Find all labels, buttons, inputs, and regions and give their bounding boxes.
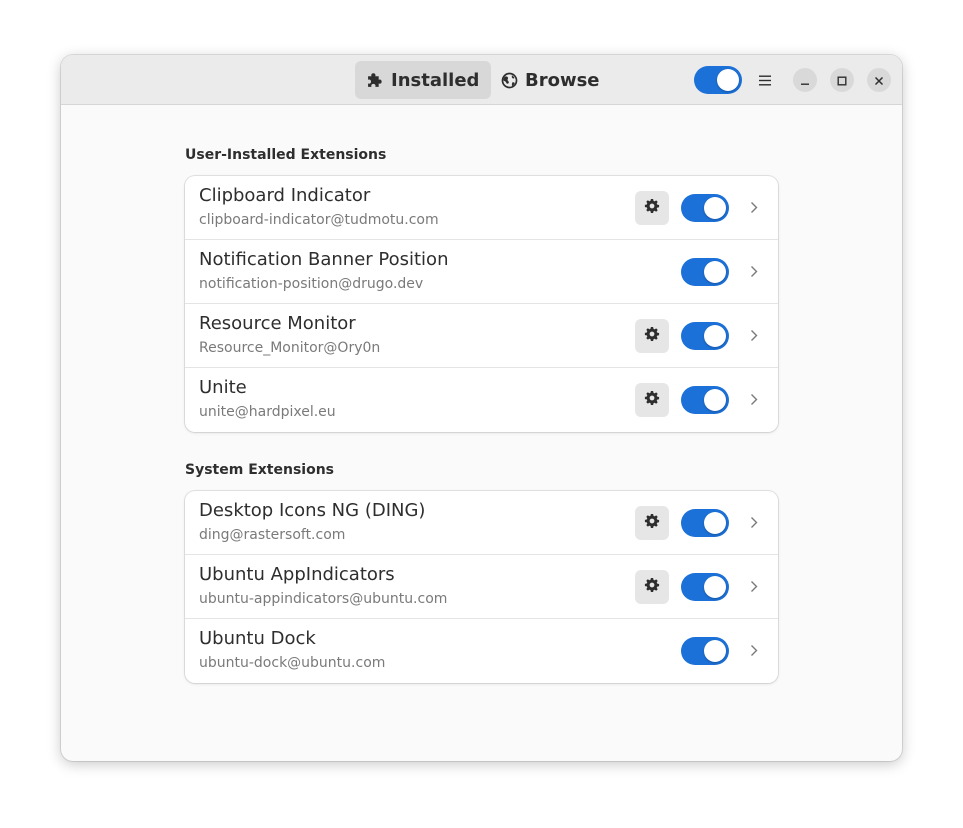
tab-browse[interactable]: Browse [489,61,612,99]
toggle-knob [704,197,726,219]
expand-row-button[interactable] [747,326,761,346]
puzzle-piece-icon [367,72,384,89]
extension-row[interactable]: Clipboard Indicator clipboard-indicator@t… [185,176,778,240]
tab-installed[interactable]: Installed [355,61,492,99]
minimize-button[interactable] [793,68,817,92]
header-bar: Installed Browse [61,55,902,105]
extension-toggle[interactable] [681,509,729,537]
gear-icon [644,326,660,346]
main-menu-button[interactable] [753,68,777,92]
extension-toggle[interactable] [681,194,729,222]
expand-row-button[interactable] [747,390,761,410]
extensions-window: Installed Browse User-Installed Extensio… [61,55,902,761]
extension-settings-button[interactable] [635,570,669,604]
chevron-right-icon [750,578,758,597]
extension-uuid: ding@rastersoft.com [199,527,346,543]
minimize-icon [800,71,810,90]
extension-row[interactable]: Ubuntu AppIndicators ubuntu-appindicators… [185,555,778,619]
extension-toggle[interactable] [681,637,729,665]
extension-row[interactable]: Ubuntu Dock ubuntu-dock@ubuntu.com [185,619,778,683]
extension-name: Ubuntu Dock [199,628,316,649]
extension-toggle[interactable] [681,573,729,601]
expand-row-button[interactable] [747,262,761,282]
extension-toggle[interactable] [681,322,729,350]
toggle-knob [704,389,726,411]
globe-icon [501,72,518,89]
section-title: User-Installed Extensions [185,147,387,163]
chevron-right-icon [750,642,758,661]
system-extensions-list: Desktop Icons NG (DING) ding@rastersoft.c… [185,491,778,683]
extension-uuid: unite@hardpixel.eu [199,404,336,420]
toggle-knob [704,325,726,347]
chevron-right-icon [750,391,758,410]
extension-uuid: ubuntu-appindicators@ubuntu.com [199,591,448,607]
extension-uuid: clipboard-indicator@tudmotu.com [199,212,439,228]
gear-icon [644,198,660,218]
extension-name: Clipboard Indicator [199,185,371,206]
chevron-right-icon [750,327,758,346]
maximize-icon [837,71,847,90]
close-icon [874,71,884,90]
extension-settings-button[interactable] [635,506,669,540]
expand-row-button[interactable] [747,198,761,218]
toggle-knob [704,576,726,598]
extension-name: Desktop Icons NG (DING) [199,500,426,521]
extension-uuid: notification-position@drugo.dev [199,276,424,292]
extension-name: Notification Banner Position [199,249,449,270]
extension-toggle[interactable] [681,258,729,286]
expand-row-button[interactable] [747,577,761,597]
extension-settings-button[interactable] [635,319,669,353]
user-extensions-list: Clipboard Indicator clipboard-indicator@t… [185,176,778,432]
global-extensions-toggle[interactable] [694,66,742,94]
chevron-right-icon [750,263,758,282]
extension-row[interactable]: Unite unite@hardpixel.eu [185,368,778,432]
chevron-right-icon [750,199,758,218]
tab-browse-label: Browse [525,69,600,91]
hamburger-menu-icon [759,71,771,90]
extension-settings-button[interactable] [635,191,669,225]
extension-uuid: ubuntu-dock@ubuntu.com [199,655,386,671]
extension-row[interactable]: Notification Banner Position notification… [185,240,778,304]
extension-name: Unite [199,377,247,398]
toggle-knob [717,69,739,91]
extension-settings-button[interactable] [635,383,669,417]
extension-uuid: Resource_Monitor@Ory0n [199,340,381,356]
toggle-knob [704,261,726,283]
expand-row-button[interactable] [747,513,761,533]
gear-icon [644,577,660,597]
toggle-knob [704,640,726,662]
toggle-knob [704,512,726,534]
chevron-right-icon [750,514,758,533]
extension-name: Resource Monitor [199,313,356,334]
expand-row-button[interactable] [747,641,761,661]
extension-toggle[interactable] [681,386,729,414]
maximize-button[interactable] [830,68,854,92]
extension-row[interactable]: Resource Monitor Resource_Monitor@Ory0n [185,304,778,368]
section-title: System Extensions [185,462,334,478]
gear-icon [644,513,660,533]
tab-installed-label: Installed [391,69,480,91]
extension-name: Ubuntu AppIndicators [199,564,395,585]
close-button[interactable] [867,68,891,92]
extension-row[interactable]: Desktop Icons NG (DING) ding@rastersoft.c… [185,491,778,555]
gear-icon [644,390,660,410]
